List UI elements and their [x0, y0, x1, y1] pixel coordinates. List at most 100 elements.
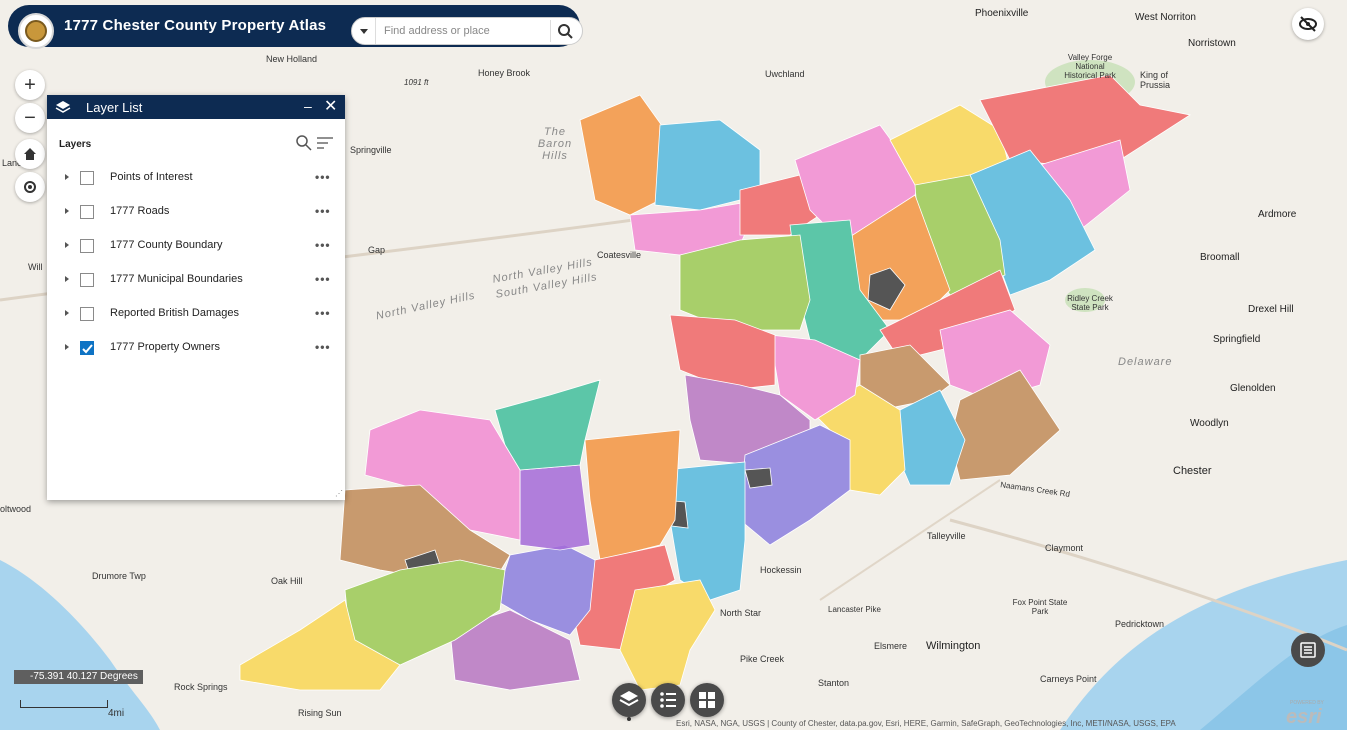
dock-active-indicator	[627, 717, 631, 721]
county-seal-logo[interactable]	[18, 13, 54, 49]
minimize-panel-button[interactable]: –	[304, 98, 312, 114]
map-label-oltwood: oltwood	[0, 504, 32, 514]
expand-caret-icon[interactable]	[65, 242, 69, 248]
chevron-down-icon	[360, 29, 368, 34]
filter-search-icon[interactable]	[296, 135, 312, 151]
map-label-chester: Chester	[1173, 465, 1212, 477]
layer-row-points-of-interest[interactable]: Points of Interest •••	[47, 166, 345, 190]
map-label-wilmington: Wilmington	[926, 640, 981, 652]
zoom-in-button[interactable]: +	[15, 70, 45, 100]
layer-row-british-damages[interactable]: Reported British Damages •••	[47, 302, 345, 326]
map-label-elsmere: Elsmere	[874, 641, 908, 651]
legend-button[interactable]	[1291, 633, 1325, 667]
map-label-springville: Springville	[350, 145, 392, 155]
coordinate-readout[interactable]: -75.391 40.127 Degrees	[14, 670, 143, 684]
map-label-north-star: North Star	[720, 608, 762, 618]
dock-layers-button[interactable]	[612, 683, 646, 717]
expand-caret-icon[interactable]	[65, 310, 69, 316]
map-label-norristown: Norristown	[1188, 38, 1236, 49]
layer-options-button[interactable]: •••	[315, 238, 331, 252]
map-label-pike-creek: Pike Creek	[740, 654, 785, 664]
map-label-phoenixville: Phoenixville	[975, 8, 1029, 19]
layer-row-property-owners[interactable]: 1777 Property Owners •••	[47, 336, 345, 360]
map-label-hockessin: Hockessin	[760, 565, 802, 575]
layer-row-county-boundary[interactable]: 1777 County Boundary •••	[47, 234, 345, 258]
layer-checkbox[interactable]	[80, 307, 94, 321]
legend-list-icon	[1300, 642, 1316, 658]
expand-caret-icon[interactable]	[65, 208, 69, 214]
map-label-rising-sun: Rising Sun	[298, 708, 342, 718]
resize-handle-icon[interactable]: ⋰	[335, 489, 343, 498]
locate-button[interactable]	[15, 172, 45, 202]
map-label-lancaster-pike: Lancaster Pike	[828, 605, 881, 614]
map-label-drumore-twp: Drumore Twp	[92, 571, 146, 581]
grid-icon	[699, 692, 715, 708]
close-panel-button[interactable]: ✕	[324, 96, 337, 116]
map-label-delaware: Delaware	[1118, 356, 1173, 368]
map-label-ridley-creek: Ridley Creek State Park	[1067, 294, 1113, 312]
layer-label: Reported British Damages	[110, 307, 240, 319]
layer-checkbox[interactable]	[80, 205, 94, 219]
layer-list-title: Layer List	[86, 100, 143, 115]
map-label-broomall: Broomall	[1200, 252, 1240, 263]
layer-checkbox[interactable]	[80, 171, 94, 185]
layer-row-roads[interactable]: 1777 Roads •••	[47, 200, 345, 224]
map-label-oak-hill: Oak Hill	[271, 576, 303, 586]
scale-bar	[20, 700, 108, 708]
sort-options-icon[interactable]	[316, 135, 334, 151]
toggle-ui-button[interactable]	[1292, 8, 1324, 40]
esri-logo[interactable]: esri	[1286, 706, 1322, 729]
map-label-baron-hills: The Baron Hills	[537, 126, 573, 162]
search-input[interactable]	[384, 22, 544, 40]
map-label-west-norriton: West Norriton	[1135, 12, 1196, 23]
layer-label: 1777 Roads	[110, 205, 170, 217]
map-label-pedricktown: Pedricktown	[1115, 619, 1165, 629]
home-button[interactable]	[15, 139, 45, 169]
map-label-stanton: Stanton	[818, 678, 850, 688]
map-label-will: Will	[28, 262, 43, 272]
map-label-fox-point: Fox Point State Park	[1012, 598, 1068, 616]
map-label-king-of-prussia: King of Prussia	[1140, 70, 1171, 90]
layer-options-button[interactable]: •••	[315, 204, 331, 218]
dock-basemap-button[interactable]	[690, 683, 724, 717]
map-label-gap: Gap	[368, 245, 386, 255]
layer-row-municipal-boundaries[interactable]: 1777 Municipal Boundaries •••	[47, 268, 345, 292]
scale-label: 4mi	[108, 708, 125, 719]
layers-section-label: Layers	[59, 139, 92, 150]
region-londonderry	[519, 464, 591, 551]
map-label-valley-forge: Valley Forge National Historical Park	[1064, 53, 1116, 80]
layer-options-button[interactable]: •••	[315, 272, 331, 286]
layer-list-header: Layer List – ✕	[47, 95, 345, 119]
zoom-out-button[interactable]: −	[15, 103, 45, 133]
layer-checkbox-checked[interactable]	[80, 341, 94, 355]
map-label-coatesville: Coatesville	[597, 250, 642, 260]
expand-caret-icon[interactable]	[65, 276, 69, 282]
layer-label: Points of Interest	[110, 171, 193, 183]
map-label-ardmore: Ardmore	[1258, 209, 1297, 220]
search-source-dropdown[interactable]	[352, 18, 376, 44]
layer-options-button[interactable]: •••	[315, 340, 331, 354]
map-attribution[interactable]: Esri, NASA, NGA, USGS | County of Cheste…	[676, 719, 1176, 728]
map-label-new-holland: New Holland	[266, 54, 318, 64]
map-label-uwchland: Uwchland	[765, 69, 805, 79]
search-icon	[558, 24, 573, 39]
layer-label: 1777 County Boundary	[110, 239, 223, 251]
locate-icon	[24, 181, 36, 193]
search-button[interactable]	[550, 20, 578, 42]
map-label-drexel-hill: Drexel Hill	[1248, 304, 1294, 315]
layer-checkbox[interactable]	[80, 239, 94, 253]
map-label-woodlyn: Woodlyn	[1190, 418, 1229, 429]
app-header: 1777 Chester County Property Atlas	[8, 5, 583, 49]
map-label-talleyville: Talleyville	[927, 531, 966, 541]
dock-legend-button[interactable]	[651, 683, 685, 717]
layer-list-panel: Layer List – ✕ Layers Points of Interest…	[47, 95, 345, 500]
map-label-rock-springs: Rock Springs	[174, 682, 228, 692]
expand-caret-icon[interactable]	[65, 174, 69, 180]
eye-off-icon	[1299, 16, 1317, 32]
layer-options-button[interactable]: •••	[315, 306, 331, 320]
layer-checkbox[interactable]	[80, 273, 94, 287]
list-icon	[660, 692, 676, 708]
layer-options-button[interactable]: •••	[315, 170, 331, 184]
layers-icon	[55, 101, 71, 113]
expand-caret-icon[interactable]	[65, 344, 69, 350]
